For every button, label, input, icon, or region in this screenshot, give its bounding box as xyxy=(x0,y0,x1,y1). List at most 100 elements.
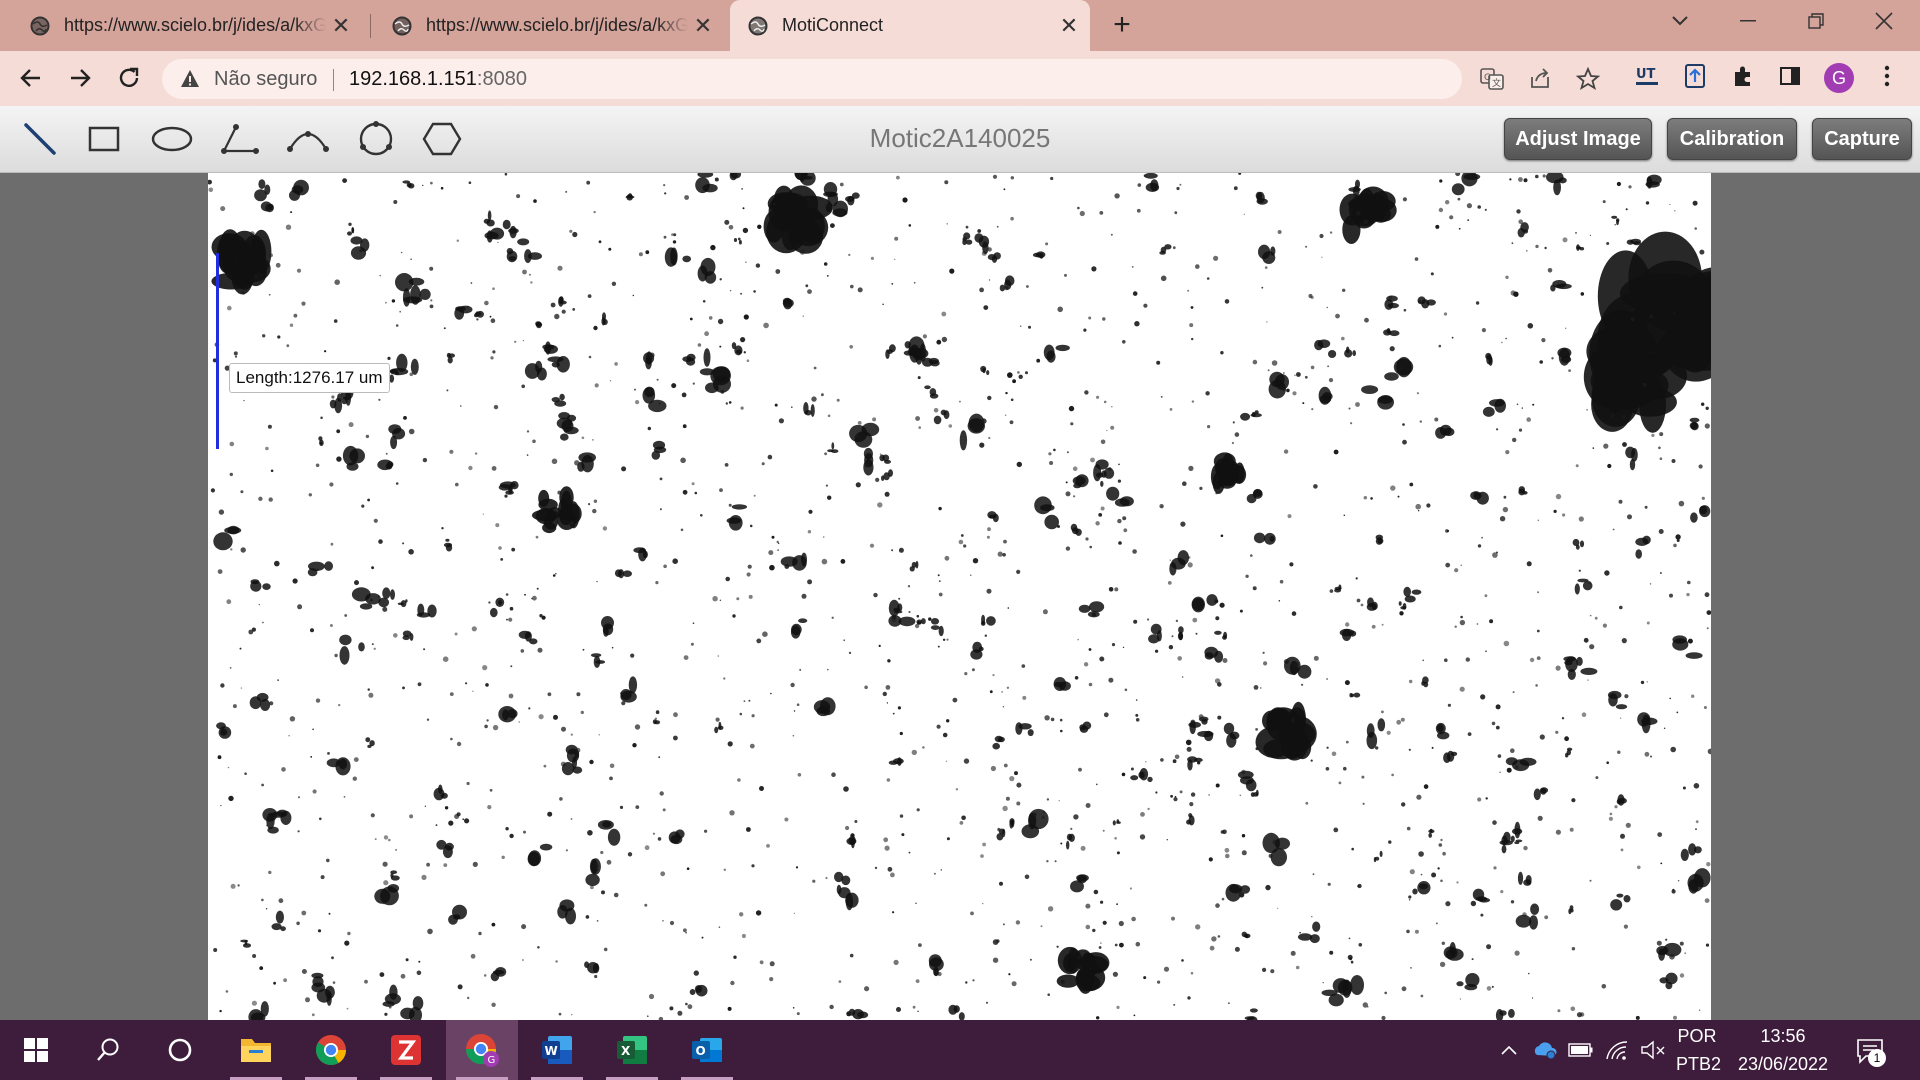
clock-time[interactable]: 13:56 xyxy=(1728,1026,1838,1047)
onedrive-icon[interactable] xyxy=(1530,1035,1560,1065)
input-language[interactable]: POR xyxy=(1676,1026,1718,1047)
browser-menu-icon[interactable] xyxy=(1870,59,1904,93)
word-icon[interactable]: W xyxy=(521,1020,593,1080)
tab-search-chevron-icon[interactable] xyxy=(1646,0,1714,42)
wifi-icon[interactable] xyxy=(1602,1035,1632,1065)
outlook-icon[interactable]: O xyxy=(671,1020,743,1080)
specimen-dust xyxy=(1454,568,1459,573)
extension-upload-icon[interactable] xyxy=(1678,59,1712,93)
circle-tool-icon[interactable] xyxy=(354,119,398,159)
specimen-dust xyxy=(1036,358,1041,363)
side-panel-icon[interactable] xyxy=(1773,59,1807,93)
restore-button[interactable] xyxy=(1782,0,1850,42)
line-tool-icon[interactable] xyxy=(18,119,62,159)
microscope-image[interactable]: Length:1276.17 um xyxy=(207,163,1764,1026)
specimen-dust xyxy=(602,526,608,531)
tab-close-icon[interactable]: ✕ xyxy=(326,11,356,41)
specimen-dust xyxy=(1624,694,1629,699)
back-button[interactable] xyxy=(12,59,50,97)
profile-avatar[interactable]: G xyxy=(1824,63,1854,93)
chrome-profile-icon[interactable]: G xyxy=(446,1020,518,1080)
specimen-dust xyxy=(532,595,537,601)
specimen-dust xyxy=(551,458,558,465)
tray-chevron-up-icon[interactable] xyxy=(1494,1035,1524,1065)
specimen-dust xyxy=(899,731,903,736)
specimen-dust xyxy=(471,626,477,632)
specimen-dust xyxy=(1341,336,1345,341)
security-status[interactable]: Não seguro xyxy=(214,68,317,91)
angle-tool-icon[interactable] xyxy=(216,119,260,159)
forward-button[interactable] xyxy=(61,59,99,97)
close-window-button[interactable] xyxy=(1850,0,1918,42)
notification-center-icon[interactable]: 1 xyxy=(1852,1034,1888,1068)
bookmark-star-icon[interactable] xyxy=(1574,65,1602,93)
extension-ut-icon[interactable]: UT xyxy=(1630,59,1664,93)
tab-scielo-2[interactable]: https://www.scielo.br/j/ides/a/kxGm ✕ xyxy=(362,0,724,51)
specimen-dust xyxy=(1211,936,1217,942)
specimen-particle xyxy=(642,386,667,413)
specimen-dust xyxy=(1032,812,1037,817)
arc-tool-icon[interactable] xyxy=(286,119,330,159)
specimen-dust xyxy=(1391,773,1394,777)
cortana-icon[interactable] xyxy=(144,1020,216,1080)
specimen-dust xyxy=(308,493,312,497)
adjust-image-button[interactable]: Adjust Image xyxy=(1504,118,1652,160)
specimen-dust xyxy=(1326,306,1328,309)
excel-icon[interactable]: X xyxy=(596,1020,668,1080)
tab-scielo-1[interactable]: https://www.scielo.br/j/ides/a/kxGm ✕ xyxy=(0,0,362,51)
tab-close-icon[interactable]: ✕ xyxy=(688,11,718,41)
specimen-dust xyxy=(385,452,388,455)
specimen-dust xyxy=(747,564,752,569)
share-icon[interactable] xyxy=(1526,65,1554,93)
tab-moticonnect[interactable]: MotiConnect ✕ xyxy=(730,0,1090,51)
specimen-particle xyxy=(339,634,365,665)
search-icon[interactable] xyxy=(72,1020,144,1080)
url-text[interactable]: 192.168.1.151:8080 xyxy=(349,68,527,91)
new-tab-button[interactable]: + xyxy=(1105,8,1139,42)
address-bar[interactable]: Não seguro 192.168.1.151:8080 G文 xyxy=(162,59,1600,99)
specimen-dust xyxy=(1190,792,1196,797)
minimize-button[interactable] xyxy=(1714,0,1782,42)
keyboard-layout[interactable]: PTB2 xyxy=(1676,1054,1721,1075)
specimen-dust xyxy=(1311,916,1313,918)
specimen-dust xyxy=(916,808,920,812)
specimen-dust xyxy=(1637,865,1641,870)
specimen-particle xyxy=(909,560,919,572)
specimen-dust xyxy=(917,1010,919,1013)
specimen-dust xyxy=(343,796,346,798)
battery-icon[interactable] xyxy=(1566,1035,1596,1065)
reload-button[interactable] xyxy=(110,59,148,97)
specimen-particle xyxy=(517,238,542,264)
capture-button[interactable]: Capture xyxy=(1812,118,1912,160)
zotero-icon[interactable] xyxy=(370,1020,442,1080)
specimen-dust xyxy=(1628,185,1632,189)
specimen-dust xyxy=(454,632,458,636)
translate-icon[interactable]: G文 xyxy=(1478,65,1506,93)
extensions-puzzle-icon[interactable] xyxy=(1726,59,1760,93)
polygon-tool-icon[interactable] xyxy=(420,119,464,159)
specimen-dust xyxy=(553,714,558,720)
rectangle-tool-icon[interactable] xyxy=(82,119,126,159)
specimen-dust xyxy=(949,268,955,274)
start-button[interactable] xyxy=(0,1020,72,1080)
specimen-dust xyxy=(374,838,377,841)
volume-muted-icon[interactable] xyxy=(1638,1035,1668,1065)
specimen-dust xyxy=(1140,812,1145,817)
specimen-particle xyxy=(879,454,891,464)
file-explorer-icon[interactable] xyxy=(220,1020,292,1080)
specimen-dust xyxy=(1531,997,1534,999)
specimen-dust xyxy=(673,712,678,718)
length-measurement-line[interactable] xyxy=(216,253,219,449)
image-viewer[interactable]: Length:1276.17 um xyxy=(0,163,1920,1026)
warning-icon xyxy=(181,70,199,87)
specimen-dust xyxy=(317,929,322,933)
tab-close-icon[interactable]: ✕ xyxy=(1054,11,1084,41)
ellipse-tool-icon[interactable] xyxy=(150,119,194,159)
specimen-dust xyxy=(1496,428,1499,431)
chrome-icon[interactable] xyxy=(295,1020,367,1080)
clock-date[interactable]: 23/06/2022 xyxy=(1728,1054,1838,1075)
specimen-dust xyxy=(1198,714,1204,720)
specimen-dust xyxy=(988,436,991,440)
calibration-button[interactable]: Calibration xyxy=(1667,118,1797,160)
specimen-dust xyxy=(269,701,274,706)
